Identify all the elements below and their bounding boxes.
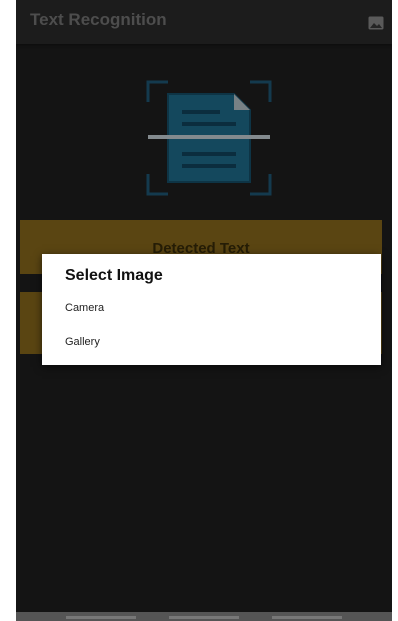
- camera-option[interactable]: Camera: [65, 302, 104, 314]
- system-nav-bar: [16, 612, 392, 621]
- gallery-option[interactable]: Gallery: [65, 336, 100, 348]
- select-image-dialog: Select Image Camera Gallery: [42, 254, 381, 365]
- dialog-title: Select Image: [65, 267, 163, 284]
- recents-nav-button[interactable]: [272, 616, 342, 619]
- app-screen: Text Recognition Detected Text Select Im…: [16, 0, 392, 621]
- back-nav-button[interactable]: [66, 616, 136, 619]
- home-nav-button[interactable]: [169, 616, 239, 619]
